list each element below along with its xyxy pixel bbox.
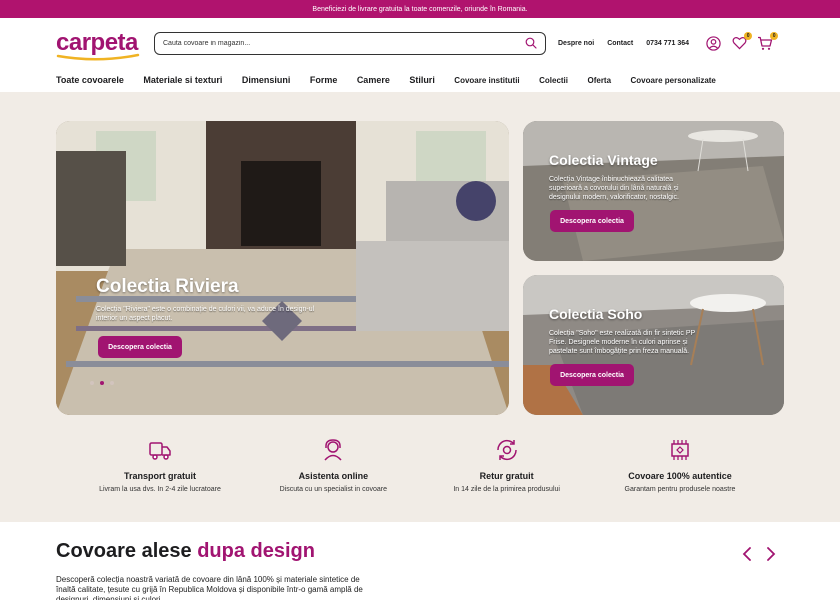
truck-icon <box>149 442 171 460</box>
prev-arrow-button[interactable] <box>740 546 754 562</box>
pagination-dot-2-active[interactable] <box>100 381 104 385</box>
link-phone[interactable]: 0734 771 364 <box>646 40 689 47</box>
vintage-cta-button[interactable]: Descopera colectia <box>550 210 634 232</box>
feature-support: Asistenta online Discuta cu un specialis… <box>263 437 403 493</box>
feature-support-sub: Discuta cu un specialist in covoare <box>279 486 388 493</box>
main-nav: Toate covoarele Materiale si texturi Dim… <box>0 68 840 92</box>
nav-dimensions[interactable]: Dimensiuni <box>242 75 291 85</box>
feature-support-title: Asistenta online <box>298 471 369 481</box>
hero-riviera-title: Colectia Riviera <box>96 276 239 297</box>
hero-riviera-image <box>56 121 509 415</box>
header-links: Despre noi Contact 0734 771 364 <box>558 40 702 47</box>
nav-materials[interactable]: Materiale si texturi <box>143 75 222 85</box>
header-icons: 0 0 <box>704 32 779 52</box>
feature-transport-sub: Livram la usa dvs. In 2-4 zile lucratoar… <box>99 486 221 493</box>
nav-rooms[interactable]: Camere <box>357 75 390 85</box>
search-icon[interactable] <box>525 37 537 49</box>
feature-authentic-sub: Garantam pentru produsele noastre <box>624 486 736 493</box>
soho-cta-button[interactable]: Descopera colectia <box>550 364 634 386</box>
riviera-cta-button[interactable]: Descopera colectia <box>98 336 182 358</box>
promo-topbar: Beneficiezi de livrare gratuita la toate… <box>0 0 840 18</box>
hero-riviera-desc: Colecția "Riviera" este o combinație de … <box>96 306 315 322</box>
feature-authentic-title: Covoare 100% autentice <box>628 471 732 481</box>
nav-styles[interactable]: Stiluri <box>409 75 435 85</box>
account-button[interactable] <box>704 34 722 52</box>
feature-return-title: Retur gratuit <box>479 471 534 481</box>
feature-transport-title: Transport gratuit <box>123 471 196 481</box>
wishlist-count-badge: 0 <box>744 32 753 40</box>
nav-shapes[interactable]: Forme <box>310 75 338 85</box>
logo-text: carpeta <box>56 29 138 56</box>
nav-custom-rugs[interactable]: Covoare personalizate <box>631 76 716 85</box>
hero-card-soho[interactable]: Colectia Soho Colecția "Soho" este reali… <box>523 275 784 415</box>
logo-swoosh-icon <box>56 53 140 61</box>
nav-institutions[interactable]: Covoare institutii <box>454 76 519 85</box>
search-input[interactable] <box>163 39 525 47</box>
next-arrow-button[interactable] <box>764 546 778 562</box>
cart-button[interactable]: 0 <box>756 32 779 52</box>
section-description: Descoperă colecția noastră variată de co… <box>56 575 363 600</box>
rug-fringe-icon <box>671 440 689 460</box>
hero-slide-riviera[interactable]: Colectia Riviera Colecția "Riviera" este… <box>56 121 509 415</box>
cart-count-badge: 0 <box>770 32 779 40</box>
link-contact[interactable]: Contact <box>607 40 633 47</box>
pagination-dot-3[interactable] <box>110 381 114 385</box>
site-header: carpeta Despre noi Contact 0734 771 364 <box>0 18 840 68</box>
section-title-plain: Covoare alese <box>56 540 198 562</box>
search-bar[interactable] <box>154 31 546 55</box>
chevron-left-icon <box>742 547 751 561</box>
soho-title: Colectia Soho <box>549 306 643 322</box>
feature-return-sub: In 14 zile de la primirea produsului <box>453 486 560 493</box>
chevron-right-icon <box>767 547 776 561</box>
support-agent-icon <box>324 439 342 461</box>
nav-all-rugs[interactable]: Toate covoarele <box>56 75 124 85</box>
carousel-arrows <box>740 546 778 562</box>
section-title-accent: dupa design <box>197 540 315 562</box>
pagination-dot-1[interactable] <box>90 381 94 385</box>
vintage-desc: Colecția Vintage înbinuchiează calitatea… <box>549 176 679 201</box>
wishlist-button[interactable]: 0 <box>730 32 753 52</box>
soho-desc: Colecția "Soho" este realizată din fir s… <box>549 330 696 355</box>
feature-authentic: Covoare 100% autentice Garantam pentru p… <box>610 437 750 493</box>
vintage-title: Colectia Vintage <box>549 152 658 168</box>
features-row: Transport gratuit Livram la usa dvs. In … <box>90 437 750 493</box>
promo-text: Beneficiezi de livrare gratuita la toate… <box>312 5 528 13</box>
carpeta-logo[interactable]: carpeta <box>56 29 140 61</box>
link-about[interactable]: Despre noi <box>558 40 594 47</box>
feature-return: Retur gratuit In 14 zile de la primirea … <box>437 437 577 493</box>
section-title: Covoare alese dupa design <box>56 540 784 563</box>
design-section: Covoare alese dupa design Descoperă cole… <box>56 540 784 600</box>
user-icon <box>705 35 721 51</box>
feature-transport: Transport gratuit Livram la usa dvs. In … <box>90 437 230 493</box>
hero-pagination <box>90 381 114 385</box>
return-icon <box>496 439 517 461</box>
nav-collections[interactable]: Colectii <box>539 76 568 85</box>
nav-offer[interactable]: Oferta <box>587 76 611 85</box>
hero-card-vintage[interactable]: Colectia Vintage Colecția Vintage înbinu… <box>523 121 784 261</box>
